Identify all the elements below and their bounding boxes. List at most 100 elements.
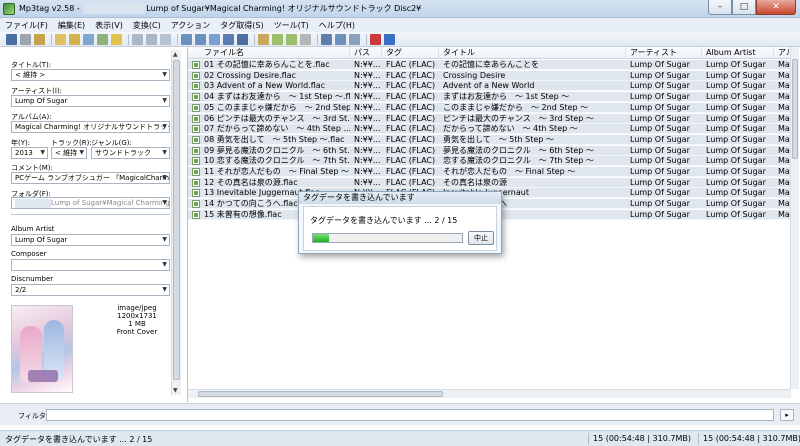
status-divider xyxy=(588,433,589,445)
table-row[interactable]: 05 このままじゃ嫌だから ～ 2nd Step... N:¥¥... FLAC (… xyxy=(188,102,791,113)
year-combo[interactable]: 2013 ▼ xyxy=(11,147,48,159)
cell-title: ピンチは最大のチャンス ～ 3rd Step ～ xyxy=(443,113,594,123)
menu-view[interactable]: 表示(V) xyxy=(90,20,128,31)
menu-edit[interactable]: 編集(E) xyxy=(53,20,90,31)
tag-filename-icon[interactable] xyxy=(181,33,192,45)
open-folder-icon[interactable] xyxy=(55,33,66,45)
column-album[interactable]: アル xyxy=(774,47,791,59)
cell-filename: 12 その真名は泉の源.flac xyxy=(204,177,298,187)
cell-album-artist: Lump Of Sugar xyxy=(706,102,766,112)
playlist-icon[interactable] xyxy=(83,33,94,45)
comment-combo[interactable]: PCゲーム ランブオブシュガー 『MagicalCharming! ▼ xyxy=(11,172,170,184)
help-icon[interactable] xyxy=(384,33,395,45)
table-row[interactable]: 07 だからって諦めない ～ 4th Step ... N:¥¥... FLAC (… xyxy=(188,124,791,135)
table-row[interactable]: 06 ピンチは最大のチャンス ～ 3rd St... N:¥¥... FLAC (F… xyxy=(188,113,791,124)
file-list-vscrollbar[interactable] xyxy=(790,47,799,389)
artist-combo[interactable]: Lump Of Sugar ▼ xyxy=(11,95,170,107)
table-row[interactable]: 10 恋する魔法のクロニクル ～ 7th St... N:¥¥... FLAC (F… xyxy=(188,156,791,167)
table-row[interactable]: 08 勇気を出して ～ 5th Step ～.flac N:¥¥... FLAC (… xyxy=(188,134,791,145)
dialog-title: タグデータを書き込んでいます xyxy=(299,192,501,204)
cell-path: N:¥¥... xyxy=(354,177,381,187)
tag-source-icon[interactable] xyxy=(349,33,360,45)
cell-album: Ma xyxy=(778,70,790,80)
cell-album-artist: Lump Of Sugar xyxy=(706,209,766,219)
chevron-down-icon: ▼ xyxy=(162,97,167,104)
column-filename[interactable]: ファイル名 xyxy=(188,47,350,59)
cell-title: その記憶に幸あらんことを xyxy=(443,60,539,69)
actions-icon[interactable] xyxy=(272,33,283,45)
track-combo-value: < 維持 xyxy=(55,149,78,157)
table-row[interactable]: 11 それが恋人だもの ～ Final Step ～ N:¥¥... FLAC (F… xyxy=(188,167,791,177)
menu-help[interactable]: ヘルプ(H) xyxy=(314,20,360,31)
cell-filename: 06 ピンチは最大のチャンス ～ 3rd St... xyxy=(204,113,350,123)
folder-combo[interactable]: Lump of Sugar¥Magical Charming! オリ▼ xyxy=(11,197,170,209)
track-combo[interactable]: < 維持 ▼ xyxy=(51,147,87,159)
save-icon[interactable] xyxy=(6,33,17,45)
menu-action[interactable]: アクション xyxy=(166,20,216,31)
column-path[interactable]: パス xyxy=(350,47,382,59)
column-artist[interactable]: アーティスト xyxy=(626,47,702,59)
minimize-button[interactable]: – xyxy=(708,0,732,15)
text-file-tag-icon[interactable] xyxy=(209,33,220,45)
discogs-icon[interactable] xyxy=(335,33,346,45)
discnumber-combo[interactable]: 2/2 ▼ xyxy=(11,284,170,296)
column-tag[interactable]: タグ xyxy=(382,47,439,59)
web-icon[interactable] xyxy=(370,33,381,45)
refresh-icon[interactable] xyxy=(97,33,108,45)
autonumber-icon[interactable] xyxy=(237,33,248,45)
undo-icon[interactable] xyxy=(34,33,45,45)
table-row[interactable]: 01 その記憶に幸あらんことを.flac N:¥¥... FLAC (FLAC) その… xyxy=(188,60,791,70)
cell-path: N:¥¥... xyxy=(354,134,381,144)
title-combo[interactable]: < 維持 > ▼ xyxy=(11,69,170,81)
genre-combo[interactable]: サウンドトラック ▼ xyxy=(91,147,170,159)
cell-title: Advent of a New World xyxy=(443,81,535,91)
freedb-icon[interactable] xyxy=(321,33,332,45)
filename-tag-icon[interactable] xyxy=(195,33,206,45)
menu-tag-sources[interactable]: タグ取得(S) xyxy=(215,20,268,31)
scroll-down-icon[interactable]: ▼ xyxy=(173,387,178,394)
table-row[interactable]: 09 夢見る魔法のクロニクル ～ 6th St... N:¥¥... FLAC (F… xyxy=(188,145,791,156)
cell-title: だからって諦めない ～ 4th Step ～ xyxy=(443,124,578,134)
cell-tag: FLAC (FLAC) xyxy=(386,145,436,155)
composer-combo[interactable]: ▼ xyxy=(11,259,170,271)
filter-input[interactable] xyxy=(46,409,774,421)
column-title[interactable]: タイトル xyxy=(439,47,626,59)
album-artist-label: Album Artist xyxy=(11,225,55,233)
filter-apply-button[interactable]: ▸ xyxy=(780,409,794,421)
album-artist-combo[interactable]: Lump Of Sugar ▼ xyxy=(11,234,170,246)
menu-file[interactable]: ファイル(F) xyxy=(0,20,53,31)
panel-scrollbar[interactable]: ▲ ▼ xyxy=(171,50,181,395)
close-button[interactable]: ✕ xyxy=(756,0,796,15)
export-icon[interactable] xyxy=(300,33,311,45)
cancel-button[interactable]: 中止 xyxy=(468,231,494,245)
cell-album: Ma xyxy=(778,134,790,144)
copy-tag-icon[interactable] xyxy=(132,33,143,45)
cut-icon[interactable] xyxy=(160,33,171,45)
paste-tag-icon[interactable] xyxy=(146,33,157,45)
favorite-star-icon[interactable] xyxy=(111,33,122,45)
toolbar-separator xyxy=(177,33,178,45)
remove-tag-icon[interactable] xyxy=(20,33,31,45)
edit-icon[interactable] xyxy=(258,33,269,45)
filter-label: フィルタ xyxy=(18,412,46,420)
album-combo[interactable]: Magical Charming! オリジナルサウンドトラック Disc2▼ xyxy=(11,121,170,133)
scroll-up-icon[interactable]: ▲ xyxy=(173,51,178,58)
maximize-button[interactable]: □ xyxy=(732,0,756,15)
menu-convert[interactable]: 変換(C) xyxy=(128,20,166,31)
case-conversion-icon[interactable] xyxy=(223,33,234,45)
table-row[interactable]: 12 その真名は泉の源.flac N:¥¥... FLAC (FLAC) その真名は泉… xyxy=(188,177,791,188)
album-cover-image[interactable] xyxy=(11,305,73,393)
column-album-artist[interactable]: Album Artist xyxy=(702,47,774,59)
table-row[interactable]: 04 まずはお友達から ～ 1st Step ～.flac N:¥¥... FLAC… xyxy=(188,92,791,103)
menu-tools[interactable]: ツール(T) xyxy=(269,20,314,31)
scrollbar-thumb[interactable] xyxy=(173,60,180,380)
chevron-down-icon: ▼ xyxy=(162,199,167,206)
add-folder-icon[interactable] xyxy=(69,33,80,45)
table-row[interactable]: 03 Advent of a New World.flac N:¥¥... FLAC… xyxy=(188,81,791,92)
actions-quick-icon[interactable] xyxy=(286,33,297,45)
cell-title: その真名は泉の源 xyxy=(443,177,507,187)
scrollbar-thumb[interactable] xyxy=(198,391,443,397)
file-list-hscrollbar[interactable] xyxy=(188,389,791,398)
table-row[interactable]: 02 Crossing Desire.flac N:¥¥... FLAC (FLAC… xyxy=(188,70,791,81)
scrollbar-thumb[interactable] xyxy=(792,59,798,159)
